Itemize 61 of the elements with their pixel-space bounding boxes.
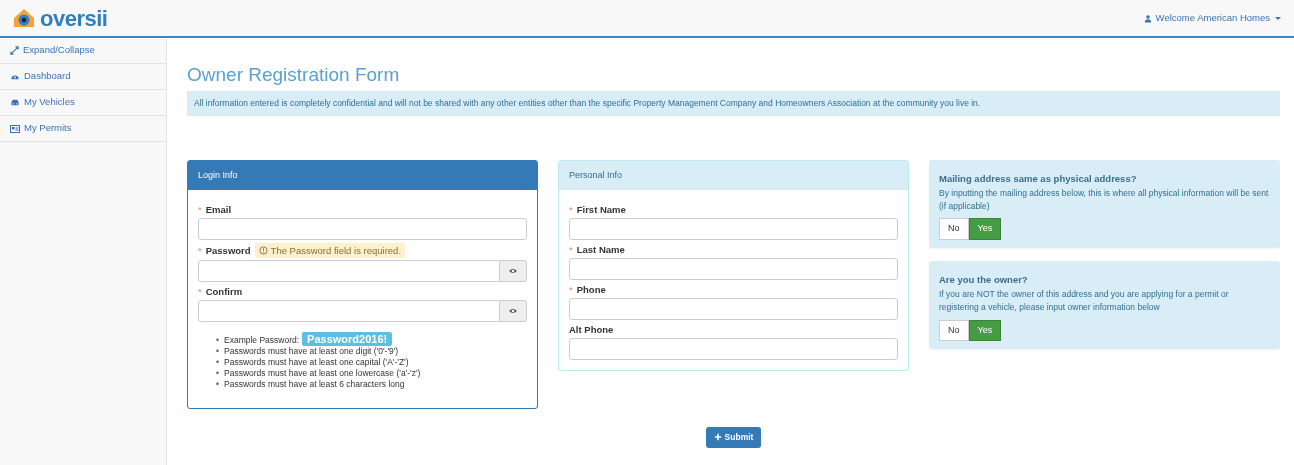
- show-password-button[interactable]: [500, 260, 527, 283]
- field-label: Alt Phone: [569, 323, 614, 337]
- question-title: Mailing address same as physical address?: [939, 171, 1138, 186]
- input-field[interactable]: [569, 298, 898, 321]
- panel-heading: Personal Info: [559, 160, 908, 191]
- show-password-button[interactable]: [500, 300, 527, 323]
- field-label: Phone: [576, 283, 606, 297]
- required-mark: *: [198, 244, 202, 258]
- question-text: If you are NOT the owner of this address and you are applying for a permit or registering a vehicle, please input owner information below: [939, 288, 1230, 314]
- password-rule: Passwords must have at least 6 characters long: [224, 379, 405, 390]
- toggle-option[interactable]: Yes: [968, 218, 1002, 240]
- submit-button[interactable]: Submit: [705, 427, 762, 448]
- bullet: •: [216, 335, 219, 346]
- bullet: •: [216, 379, 219, 390]
- field-label: Confirm: [205, 285, 243, 299]
- example-label: Example Password:: [224, 335, 300, 346]
- field-label: Last Name: [576, 243, 625, 257]
- id-card-icon: [10, 123, 20, 134]
- field-label: Password: [205, 244, 251, 258]
- toggle-option[interactable]: No: [939, 319, 969, 342]
- user-icon: [1143, 13, 1152, 23]
- house-camera-icon: [12, 6, 36, 30]
- warning-icon: [258, 246, 268, 256]
- password-field[interactable]: [198, 260, 501, 283]
- panel-heading: Login Info: [188, 160, 537, 191]
- required-mark: *: [569, 283, 573, 297]
- sidebar-item[interactable]: Expand/Collapse: [0, 38, 166, 64]
- info-notice: All information entered is completely confidential and will not be shared with any other entities other than the specific Property Management Company and Homeowners Association at the community you live in.: [187, 90, 1280, 116]
- required-mark: *: [569, 243, 573, 257]
- input-field[interactable]: [198, 218, 527, 241]
- car-icon: [10, 98, 20, 107]
- field-label: First Name: [576, 203, 626, 217]
- example-password: Password2016!: [302, 332, 393, 347]
- password-field[interactable]: [198, 300, 501, 323]
- required-mark: *: [198, 285, 202, 299]
- expand-arrows-icon: [10, 46, 19, 55]
- password-rule: Passwords must have at least one capital ('A'-'Z'): [224, 357, 409, 368]
- required-mark: *: [198, 203, 202, 217]
- toggle-option[interactable]: Yes: [968, 319, 1002, 342]
- input-field[interactable]: [569, 218, 898, 241]
- page-title: Owner Registration Form: [187, 64, 401, 87]
- plus-icon: [713, 433, 722, 442]
- caret-icon: [1274, 14, 1282, 22]
- toggle-option[interactable]: No: [939, 218, 969, 240]
- bullet: •: [216, 368, 219, 379]
- bullet: •: [216, 346, 219, 357]
- question-text: By inputting the mailing address below, this is where all physical information will be sent (if applicable): [939, 186, 1270, 213]
- field-label: Email: [205, 203, 232, 217]
- input-field[interactable]: [569, 258, 898, 281]
- logo-text[interactable]: oversii: [40, 1, 108, 35]
- sidebar-item[interactable]: My Vehicles: [0, 90, 166, 116]
- password-rule: Passwords must have at least one digit ('0'-'9'): [224, 346, 399, 357]
- question-title: Are you the owner?: [939, 272, 1029, 287]
- sidebar-item[interactable]: My Permits: [0, 116, 166, 142]
- input-field[interactable]: [569, 338, 898, 361]
- required-mark: *: [569, 203, 573, 217]
- sidebar-item[interactable]: Dashboard: [0, 64, 166, 90]
- bullet: •: [216, 357, 219, 368]
- user-menu[interactable]: Welcome American Homes: [1143, 10, 1282, 26]
- password-rule: Passwords must have at least one lowercase ('a'-'z'): [224, 368, 421, 379]
- validation-message: The Password field is required.: [254, 243, 405, 259]
